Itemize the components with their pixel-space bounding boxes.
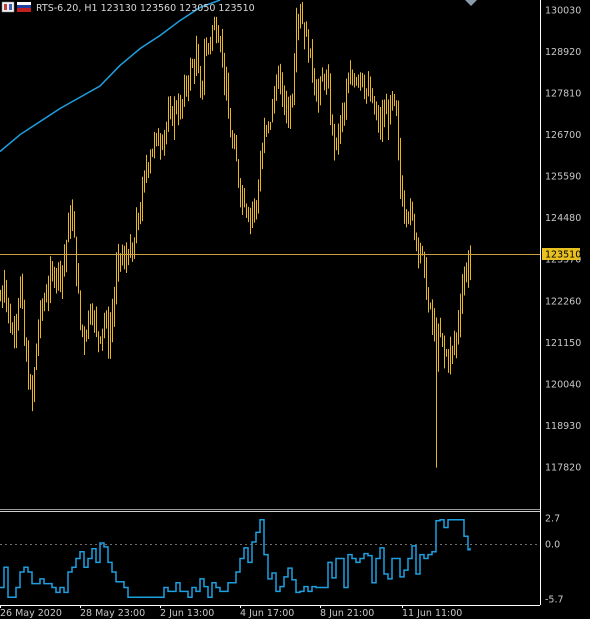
price-tick-label: 130030 xyxy=(545,6,581,17)
price-tick-label: 126700 xyxy=(545,130,581,141)
indicator-tick-label: 0.0 xyxy=(545,539,560,550)
time-tick-label: 26 May 2020 xyxy=(0,608,62,619)
time-tick-label: 8 Jun 21:00 xyxy=(320,608,374,619)
current-price-tag: 123510 xyxy=(542,247,581,260)
indicator-tick-label: 2.7 xyxy=(545,513,560,524)
price-tick-label: 124480 xyxy=(545,213,581,224)
time-tick-label: 4 Jun 17:00 xyxy=(240,608,294,619)
price-tag-label: 123510 xyxy=(545,249,581,260)
price-tick-label: 122260 xyxy=(545,296,581,307)
price-tick-label: 117820 xyxy=(545,462,581,473)
price-tick-label: 121150 xyxy=(545,338,581,349)
time-tick-label: 11 Jun 11:00 xyxy=(402,608,462,619)
price-tick-label: 120040 xyxy=(545,379,581,390)
price-tick-label: 128920 xyxy=(545,47,581,58)
chart-header: RTS-6.20, H1 123130 123560 123050 123510 xyxy=(1,1,255,14)
chart-title: RTS-6.20, H1 123130 123560 123050 123510 xyxy=(36,3,255,14)
indicator-tick-label: -5.7 xyxy=(545,595,564,606)
trading-chart[interactable]: 1300301289201278101267001255901244801233… xyxy=(0,0,590,619)
price-tick-label: 125590 xyxy=(545,172,581,183)
flag-icon[interactable] xyxy=(17,2,31,12)
chart-type-icon[interactable] xyxy=(1,1,15,13)
price-tick-label: 127810 xyxy=(545,89,581,100)
price-tick-label: 118930 xyxy=(545,421,581,432)
time-tick-label: 28 May 23:00 xyxy=(80,608,145,619)
time-tick-label: 2 Jun 13:00 xyxy=(160,608,214,619)
